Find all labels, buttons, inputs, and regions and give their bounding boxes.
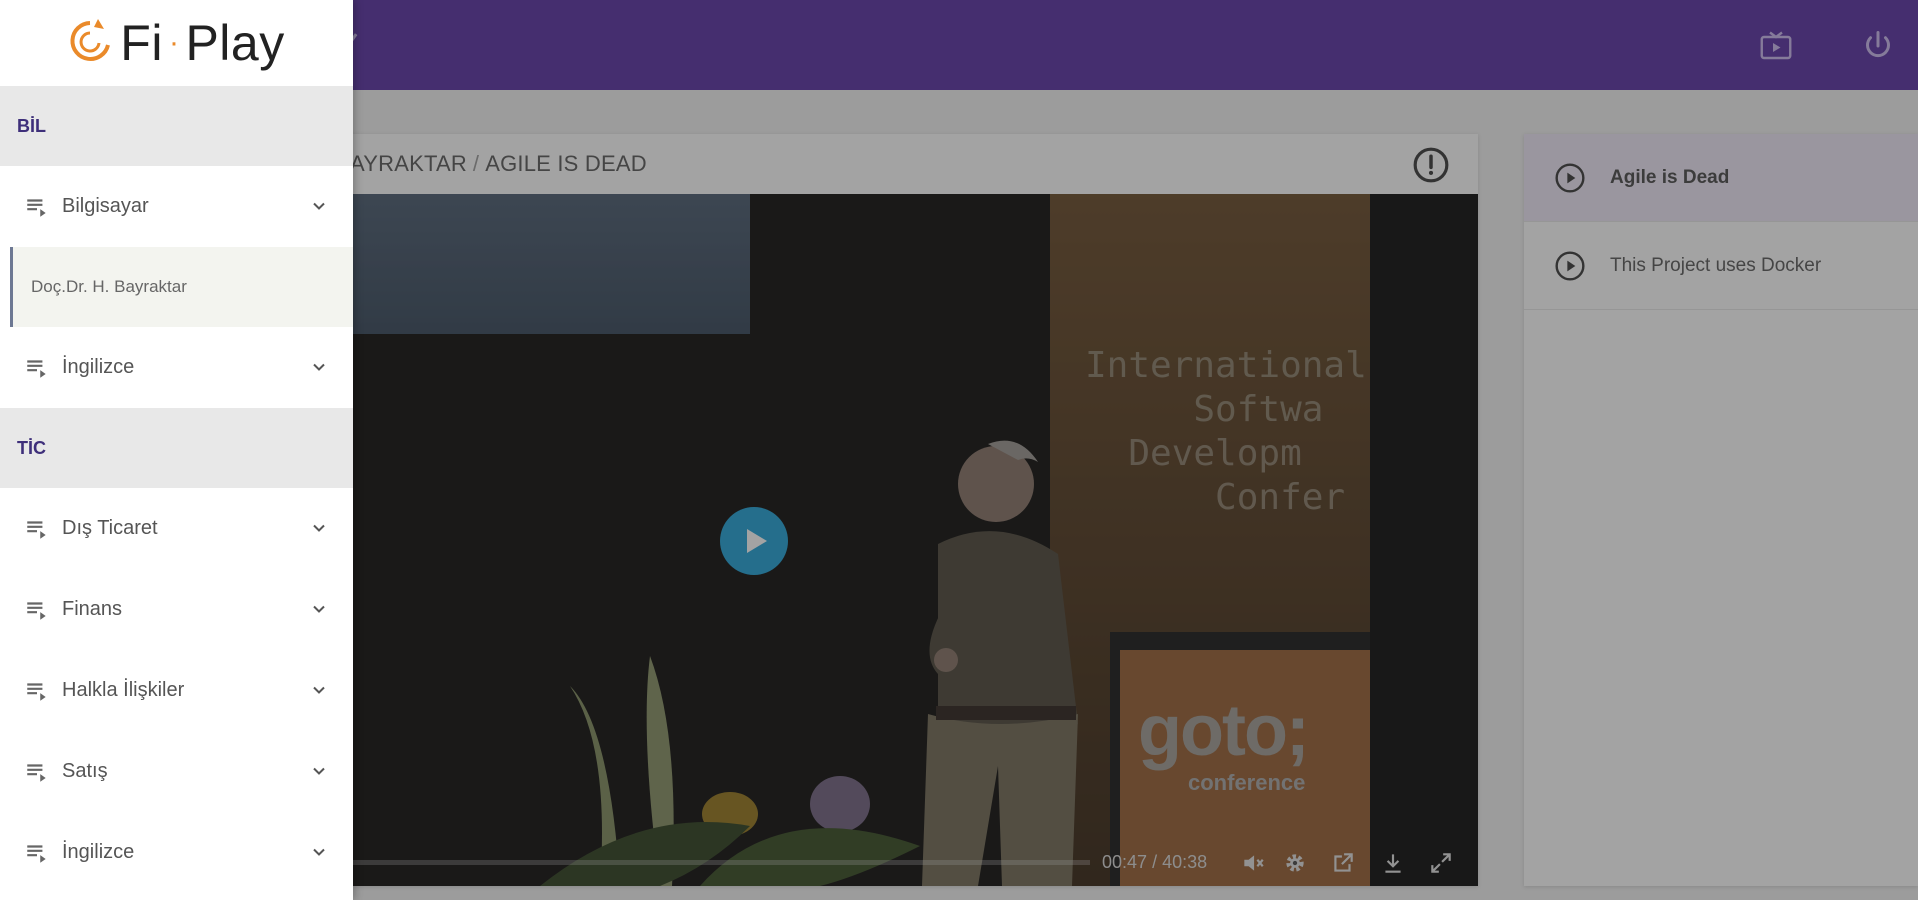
playlist-icon — [27, 844, 46, 863]
sidebar-item-ingilizce-bil[interactable]: İngilizce — [0, 327, 353, 408]
sidebar-item-label: Satış — [62, 760, 108, 782]
playlist-icon — [27, 198, 46, 217]
sidebar-item-ingilizce-tic[interactable]: İngilizce — [0, 812, 353, 893]
navigation-drawer: Fi · Play BİL Bilgisayar Doç.Dr. H. Bayr… — [0, 0, 353, 900]
sidebar-item-label: Bilgisayar — [62, 195, 149, 217]
chevron-down-icon — [313, 848, 325, 856]
sidebar-item-dis-ticaret[interactable]: Dış Ticaret — [0, 488, 353, 569]
logo-dot: · — [168, 26, 180, 59]
logo-text-fi: Fi — [120, 15, 163, 71]
chevron-down-icon — [313, 363, 325, 371]
sidebar-item-finans[interactable]: Finans — [0, 569, 353, 650]
sidebar-item-halkla-iliskiler[interactable]: Halkla İlişkiler — [0, 650, 353, 731]
chevron-down-icon — [313, 767, 325, 775]
logo-text-play: Play — [185, 15, 285, 71]
sidebar-item-label: İngilizce — [62, 356, 135, 378]
playlist-icon — [27, 520, 46, 539]
playlist-icon — [27, 682, 46, 701]
playlist-icon — [27, 763, 46, 782]
chevron-down-icon — [313, 524, 325, 532]
sidebar-item-bilgisayar[interactable]: Bilgisayar — [0, 166, 353, 247]
sidebar-subitem-bayraktar[interactable]: Doç.Dr. H. Bayraktar — [10, 247, 353, 327]
section-header-bil: BİL — [0, 86, 353, 166]
sidebar-item-label: İngilizce — [62, 841, 135, 863]
section-header-tic: TİC — [0, 408, 353, 488]
sidebar-item-label: Halkla İlişkiler — [62, 679, 185, 701]
sidebar-item-label: Dış Ticaret — [62, 517, 158, 539]
sidebar-item-label: Finans — [62, 598, 123, 620]
app-logo[interactable]: Fi · Play — [0, 0, 353, 86]
chevron-down-icon — [313, 686, 325, 694]
playlist-icon — [27, 359, 46, 378]
chevron-down-icon — [313, 202, 325, 210]
sidebar-item-satis[interactable]: Satış — [0, 731, 353, 812]
fiplay-logo-icon — [70, 19, 111, 61]
chevron-down-icon — [313, 605, 325, 613]
playlist-icon — [27, 601, 46, 620]
